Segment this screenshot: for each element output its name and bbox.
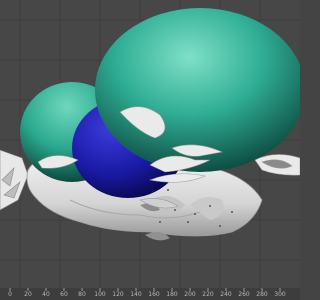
ruler-tick-label: 260 — [238, 291, 250, 298]
scene-canvas[interactable] — [0, 0, 300, 288]
ruler-tick-label: 160 — [148, 291, 160, 298]
ruler-tick-label: 80 — [78, 291, 86, 298]
left-claw-mesh[interactable] — [0, 149, 29, 211]
ruler-tick-label: 300 — [274, 291, 286, 298]
ruler-tick-label: 200 — [184, 291, 196, 298]
ruler-tick-label: 240 — [220, 291, 232, 298]
3d-viewport[interactable] — [0, 0, 300, 288]
ruler-tick-label: 0 — [8, 291, 12, 298]
ruler-tick-label: 40 — [42, 291, 50, 298]
ruler-tick-label: 140 — [130, 291, 142, 298]
ruler-tick-label: 180 — [166, 291, 178, 298]
ruler-tick-label: 120 — [112, 291, 124, 298]
ruler-tick-label: 280 — [256, 291, 268, 298]
ruler-tick-label: 100 — [94, 291, 106, 298]
ruler-tick-label: 220 — [202, 291, 214, 298]
timeline-ruler[interactable]: 0 20 40 60 80 100 120 140 160 180 200 22… — [0, 288, 300, 300]
ruler-tick-label: 20 — [24, 291, 32, 298]
ruler-tick-label: 60 — [60, 291, 68, 298]
